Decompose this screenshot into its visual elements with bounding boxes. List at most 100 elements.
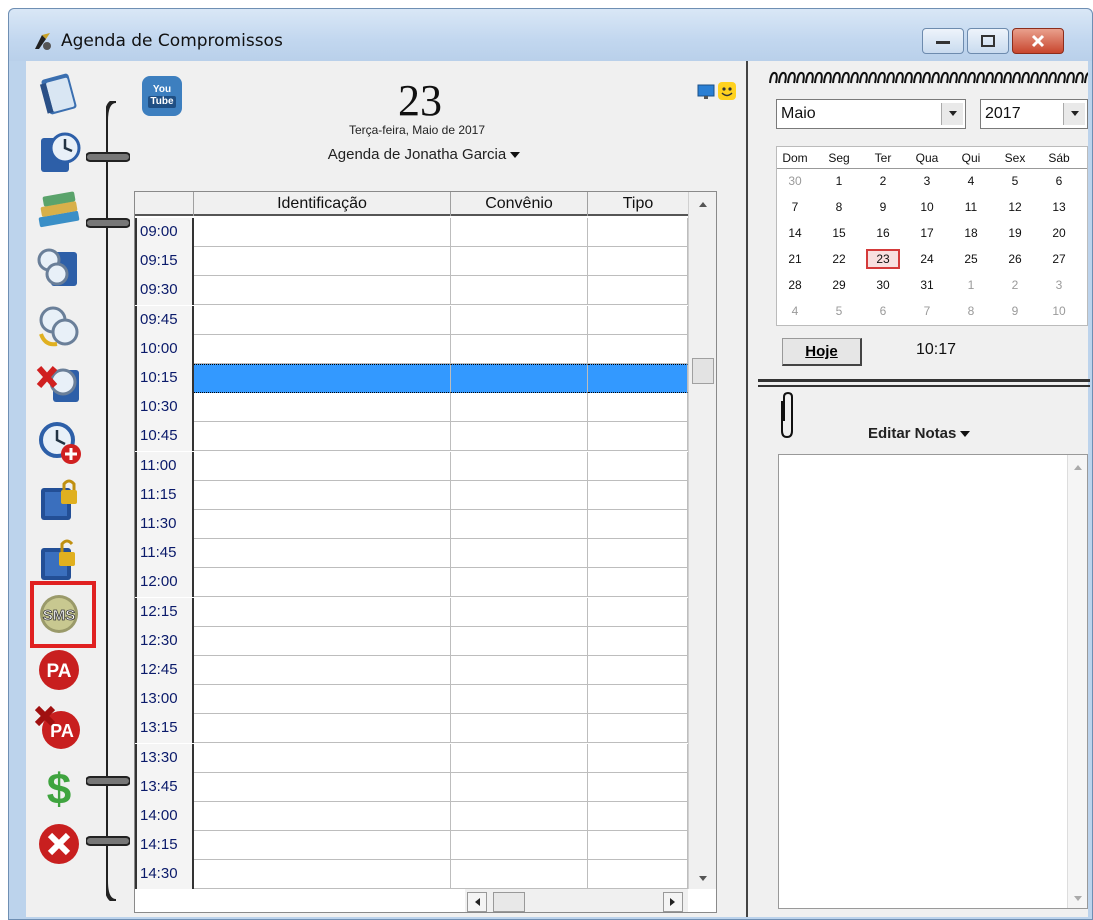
cell-convenio[interactable] bbox=[451, 393, 588, 423]
year-dropdown-arrow[interactable] bbox=[1063, 103, 1085, 125]
calendar-day[interactable]: 3 bbox=[1045, 275, 1073, 295]
cell-convenio[interactable] bbox=[451, 422, 588, 452]
cell-identificacao[interactable] bbox=[194, 802, 451, 831]
horizontal-scroll-thumb[interactable] bbox=[493, 892, 525, 912]
book-lock-button[interactable] bbox=[34, 475, 84, 525]
time-slot-label[interactable]: 13:15 bbox=[135, 714, 194, 744]
calendar-day[interactable]: 18 bbox=[957, 223, 985, 243]
time-slot-label[interactable]: 09:45 bbox=[135, 305, 194, 335]
cell-identificacao[interactable] bbox=[194, 276, 451, 306]
cell-tipo[interactable] bbox=[588, 568, 688, 598]
table-row[interactable]: 12:45 bbox=[135, 656, 688, 685]
vertical-scroll-thumb[interactable] bbox=[692, 358, 714, 384]
vertical-scrollbar[interactable] bbox=[688, 192, 716, 889]
cell-convenio[interactable] bbox=[451, 539, 588, 569]
cell-identificacao[interactable] bbox=[194, 334, 451, 364]
calendar-day[interactable]: 27 bbox=[1045, 249, 1073, 269]
table-row[interactable]: 13:00 bbox=[135, 685, 688, 715]
calendar-day[interactable]: 6 bbox=[869, 301, 897, 321]
cell-tipo[interactable] bbox=[588, 393, 688, 423]
calendar-day[interactable]: 31 bbox=[913, 275, 941, 295]
cell-tipo[interactable] bbox=[588, 626, 688, 656]
cell-tipo[interactable] bbox=[588, 218, 688, 247]
calendar-day[interactable]: 11 bbox=[957, 197, 985, 217]
month-dropdown-arrow[interactable] bbox=[941, 103, 963, 125]
maximize-button[interactable] bbox=[967, 28, 1009, 54]
table-row[interactable]: 14:15 bbox=[135, 831, 688, 861]
calendar-day[interactable]: 15 bbox=[825, 223, 853, 243]
calendar-day-today[interactable]: 23 bbox=[866, 249, 900, 269]
cell-identificacao[interactable] bbox=[194, 685, 451, 715]
time-slot-label[interactable]: 11:00 bbox=[135, 451, 194, 481]
cell-tipo[interactable] bbox=[588, 831, 688, 861]
cell-convenio[interactable] bbox=[451, 860, 588, 890]
cell-tipo[interactable] bbox=[588, 714, 688, 744]
cell-tipo[interactable] bbox=[588, 656, 688, 685]
pa-button[interactable]: PA bbox=[34, 645, 84, 695]
table-row[interactable]: 14:00 bbox=[135, 802, 688, 831]
cell-tipo[interactable] bbox=[588, 802, 688, 831]
table-row[interactable]: 09:30 bbox=[135, 276, 688, 306]
calendar-day[interactable]: 6 bbox=[1045, 171, 1073, 191]
calendar-day[interactable]: 16 bbox=[869, 223, 897, 243]
cell-identificacao[interactable] bbox=[194, 510, 451, 539]
calendar-day[interactable]: 22 bbox=[825, 249, 853, 269]
pa-cancel-button[interactable]: PA bbox=[34, 703, 84, 753]
cell-tipo[interactable] bbox=[588, 685, 688, 715]
table-row[interactable]: 12:30 bbox=[135, 626, 688, 656]
cell-convenio[interactable] bbox=[451, 656, 588, 685]
cell-tipo[interactable] bbox=[588, 364, 688, 393]
column-header-convenio[interactable]: Convênio bbox=[451, 192, 588, 216]
calendar-day[interactable]: 19 bbox=[1001, 223, 1029, 243]
books-button[interactable] bbox=[34, 185, 84, 235]
time-slot-label[interactable]: 11:15 bbox=[135, 480, 194, 510]
cell-tipo[interactable] bbox=[588, 247, 688, 277]
cell-identificacao[interactable] bbox=[194, 831, 451, 861]
cell-identificacao[interactable] bbox=[194, 597, 451, 627]
cell-identificacao[interactable] bbox=[194, 422, 451, 452]
calendar-day[interactable]: 9 bbox=[869, 197, 897, 217]
notes-dropdown[interactable]: Editar Notas bbox=[868, 425, 971, 442]
cell-identificacao[interactable] bbox=[194, 626, 451, 656]
time-slot-label[interactable]: 09:15 bbox=[135, 247, 194, 277]
cell-convenio[interactable] bbox=[451, 568, 588, 598]
calendar-day[interactable]: 7 bbox=[913, 301, 941, 321]
calendar-day[interactable]: 10 bbox=[913, 197, 941, 217]
time-slot-label[interactable]: 14:00 bbox=[135, 802, 194, 831]
cell-identificacao[interactable] bbox=[194, 218, 451, 247]
time-slot-label[interactable]: 10:15 bbox=[135, 364, 194, 393]
cell-tipo[interactable] bbox=[588, 510, 688, 539]
calendar-day[interactable]: 7 bbox=[781, 197, 809, 217]
calendar-day[interactable]: 5 bbox=[825, 301, 853, 321]
cell-tipo[interactable] bbox=[588, 276, 688, 306]
table-row[interactable]: 09:15 bbox=[135, 247, 688, 277]
cell-convenio[interactable] bbox=[451, 802, 588, 831]
horizontal-scrollbar[interactable] bbox=[465, 889, 688, 912]
calendar-day[interactable]: 25 bbox=[957, 249, 985, 269]
cell-convenio[interactable] bbox=[451, 597, 588, 627]
calendar-day[interactable]: 4 bbox=[781, 301, 809, 321]
cell-convenio[interactable] bbox=[451, 831, 588, 861]
table-row[interactable]: 11:30 bbox=[135, 510, 688, 539]
table-row[interactable]: 10:15 bbox=[135, 364, 688, 393]
cell-convenio[interactable] bbox=[451, 626, 588, 656]
clock-group-button[interactable] bbox=[34, 243, 84, 293]
cell-convenio[interactable] bbox=[451, 772, 588, 802]
table-row[interactable]: 12:15 bbox=[135, 597, 688, 627]
time-slot-label[interactable]: 10:00 bbox=[135, 334, 194, 364]
cell-tipo[interactable] bbox=[588, 334, 688, 364]
time-slot-label[interactable]: 13:00 bbox=[135, 685, 194, 715]
cell-convenio[interactable] bbox=[451, 364, 588, 393]
cell-tipo[interactable] bbox=[588, 597, 688, 627]
scroll-up-icon[interactable] bbox=[698, 200, 708, 208]
time-slot-label[interactable]: 14:30 bbox=[135, 860, 194, 890]
smiley-icon[interactable] bbox=[718, 82, 736, 100]
table-row[interactable]: 11:45 bbox=[135, 539, 688, 569]
table-row[interactable]: 10:30 bbox=[135, 393, 688, 423]
cell-convenio[interactable] bbox=[451, 276, 588, 306]
cell-convenio[interactable] bbox=[451, 305, 588, 335]
table-row[interactable]: 10:00 bbox=[135, 334, 688, 364]
cell-tipo[interactable] bbox=[588, 422, 688, 452]
time-slot-label[interactable]: 14:15 bbox=[135, 831, 194, 861]
cell-identificacao[interactable] bbox=[194, 364, 451, 393]
